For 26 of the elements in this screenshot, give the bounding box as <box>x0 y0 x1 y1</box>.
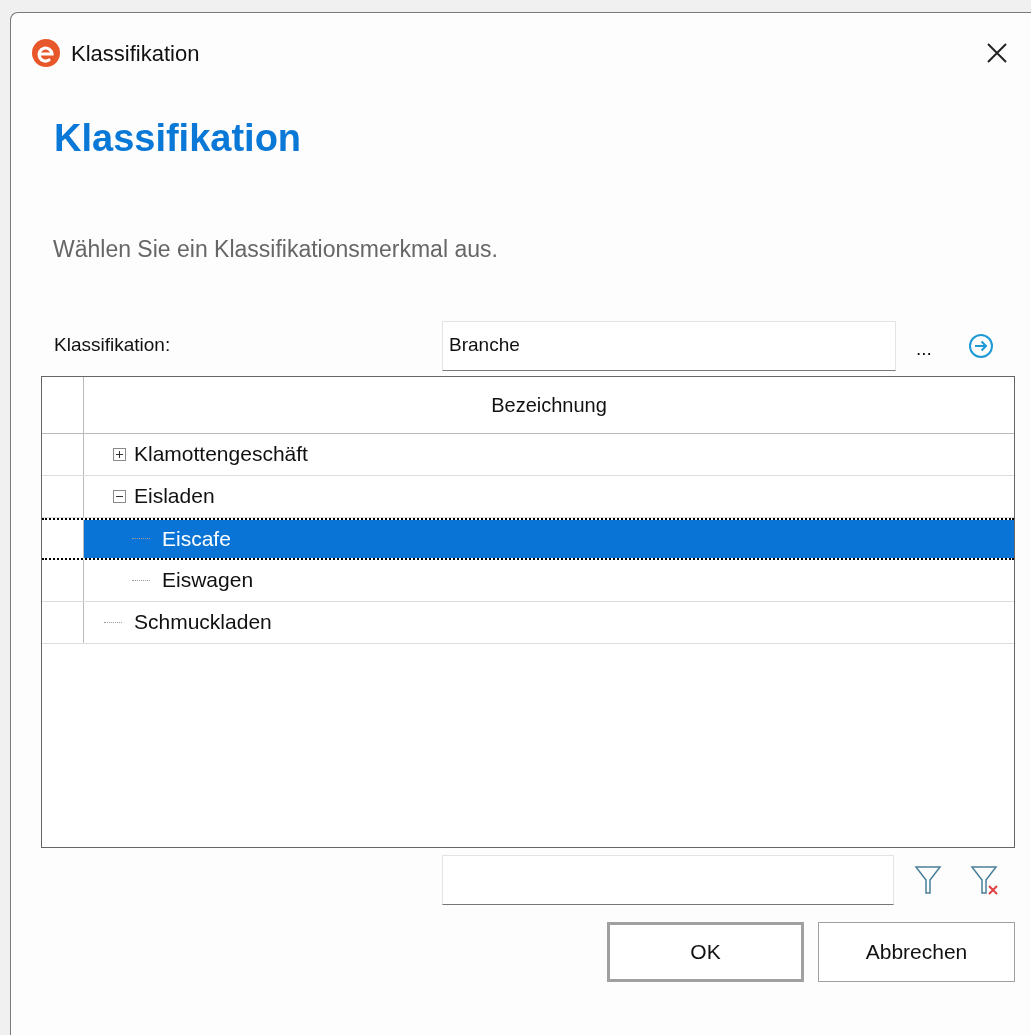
tree-row[interactable]: Eisladen <box>42 475 1014 518</box>
window-title: Klassifikation <box>71 39 200 68</box>
dialog-heading: Klassifikation <box>54 119 303 157</box>
tree-item-label: Eiswagen <box>162 567 254 594</box>
tree-item-label: Schmuckladen <box>134 609 272 636</box>
classification-field[interactable]: Branche <box>442 320 896 371</box>
tree-row[interactable]: Eiswagen <box>42 559 1014 602</box>
tree-item-label: Eisladen <box>134 483 215 510</box>
expand-icon[interactable] <box>113 447 126 461</box>
tree-item-label: Klamottengeschäft <box>134 441 308 468</box>
tree-row[interactable]: Schmuckladen <box>42 601 1014 644</box>
clear-filter-icon[interactable] <box>970 863 1000 896</box>
app-logo-icon <box>31 38 61 68</box>
arrow-right-circle-icon[interactable] <box>967 332 994 359</box>
ok-button[interactable]: OK <box>607 921 804 982</box>
tree-item-label: Eiscafe <box>162 525 231 552</box>
browse-button[interactable]: ... <box>916 327 932 364</box>
classification-label: Klassifikation: <box>54 333 172 358</box>
instruction-text: Wählen Sie ein Klassifikationsmerkmal aus. <box>53 235 499 264</box>
close-icon <box>985 41 1009 65</box>
filter-icon[interactable] <box>914 863 942 896</box>
collapse-icon[interactable] <box>113 489 126 503</box>
cancel-button[interactable]: Abbrechen <box>818 921 1015 982</box>
filter-field[interactable] <box>442 854 894 905</box>
column-header[interactable]: Bezeichnung <box>84 376 1014 433</box>
tree-row[interactable]: Klamottengeschäft <box>42 433 1014 476</box>
